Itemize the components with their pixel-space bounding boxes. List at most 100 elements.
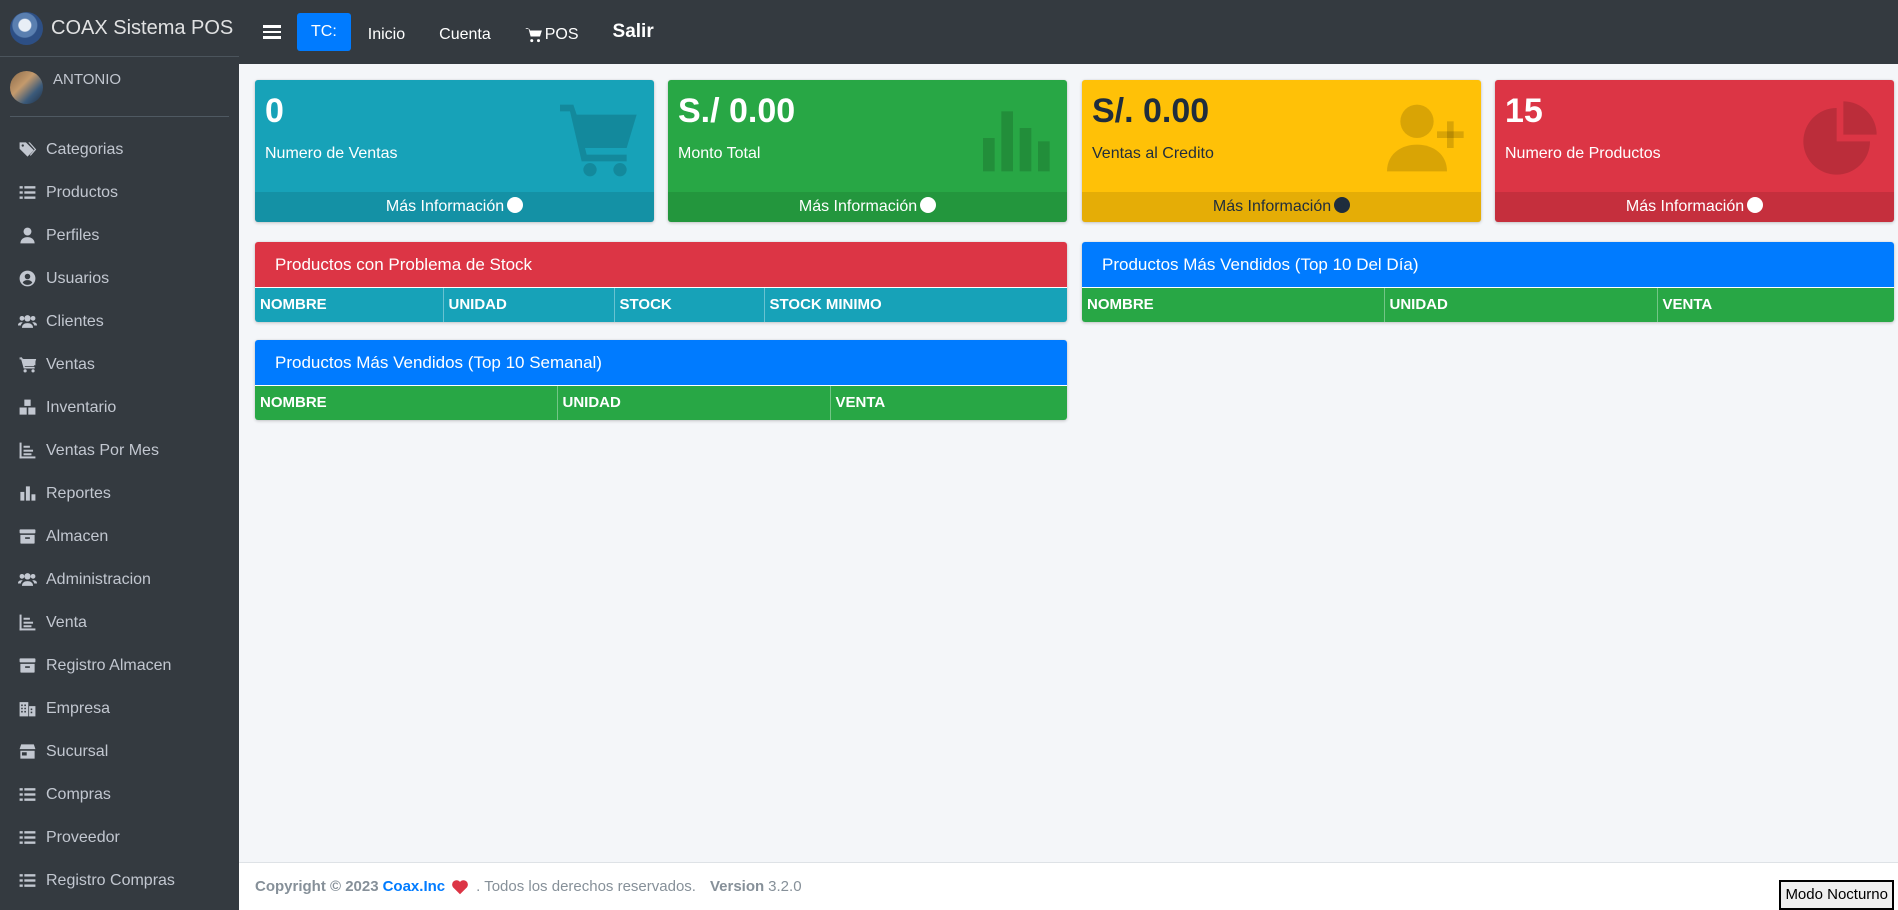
top-sellers-day-card: Productos Más Vendidos (Top 10 Del Día) … — [1082, 242, 1894, 322]
sidebar-item-sucursal[interactable]: Sucursal — [0, 730, 239, 773]
card-title: Productos con Problema de Stock — [255, 242, 1067, 287]
column-header[interactable]: UNIDAD — [443, 287, 615, 322]
info-box-label: Ventas al Credito — [1092, 145, 1214, 162]
sidebar-item-label: Ventas — [46, 355, 95, 373]
sidebar-item-inventario[interactable]: Inventario — [0, 386, 239, 429]
sidebar-item-clientes[interactable]: Clientes — [0, 300, 239, 343]
card-title: Productos Más Vendidos (Top 10 Semanal) — [255, 340, 1067, 385]
bar-chart-icon — [973, 98, 1053, 178]
user-tie-icon — [17, 226, 37, 246]
list-icon — [17, 871, 37, 891]
user-panel[interactable]: ANTONIO — [10, 57, 229, 117]
rights-text: . Todos los derechos reservados. — [476, 878, 696, 895]
info-box-label: Numero de Productos — [1505, 145, 1661, 162]
sidebar-item-label: Reportes — [46, 484, 111, 502]
column-header[interactable]: STOCK MINIMO — [764, 287, 1067, 322]
column-header[interactable]: UNIDAD — [557, 385, 831, 420]
column-header[interactable]: NOMBRE — [1082, 287, 1385, 322]
company-link[interactable]: Coax.Inc — [383, 878, 446, 895]
arrow-circle-right-icon — [507, 197, 524, 213]
sidebar-nav: Categorias Productos Perfiles Usuarios C… — [0, 117, 239, 902]
coax-logo — [10, 11, 43, 45]
info-box-value: 15 — [1505, 92, 1543, 130]
sidebar-item-label: Usuarios — [46, 269, 110, 287]
menu-toggle-icon[interactable] — [263, 25, 281, 39]
info-box-productos: 15 Numero de Productos Más Información — [1495, 80, 1894, 222]
list-icon — [17, 785, 37, 805]
sidebar-item-label: Ventas Por Mes — [46, 441, 159, 459]
night-mode-button[interactable]: Modo Nocturno — [1779, 880, 1894, 910]
sidebar-item-administracion[interactable]: Administracion — [0, 558, 239, 601]
arrow-circle-right-icon — [1334, 197, 1351, 213]
archive-icon — [17, 656, 37, 676]
sidebar-item-ventas[interactable]: Ventas — [0, 343, 239, 386]
brand-name: COAX Sistema POS — [51, 16, 234, 39]
info-box-value: S/. 0.00 — [1092, 92, 1210, 130]
sidebar-item-label: Clientes — [46, 312, 104, 330]
info-box-label: Monto Total — [678, 145, 761, 162]
more-info-link[interactable]: Más Información — [255, 192, 654, 222]
more-info-link[interactable]: Más Información — [1495, 192, 1894, 222]
more-info-label: Más Información — [798, 198, 918, 215]
top-day-table: NOMBRE UNIDAD VENTA — [1082, 287, 1894, 322]
sidebar-item-label: Sucursal — [46, 742, 109, 760]
nav-cuenta[interactable]: Cuenta — [439, 26, 491, 44]
column-header[interactable]: VENTA — [1657, 287, 1894, 322]
sidebar-item-empresa[interactable]: Empresa — [0, 687, 239, 730]
copyright-text: Copyright © 2023 — [255, 878, 379, 895]
column-header[interactable]: NOMBRE — [255, 385, 558, 420]
sidebar-item-usuarios[interactable]: Usuarios — [0, 257, 239, 300]
sidebar-item-registro-compras[interactable]: Registro Compras — [0, 859, 239, 902]
sidebar-item-registro-almacen[interactable]: Registro Almacen — [0, 644, 239, 687]
user-circle-icon — [17, 269, 37, 289]
sidebar-item-ventas-por-mes[interactable]: Ventas Por Mes — [0, 429, 239, 472]
heart-icon — [451, 879, 469, 895]
sidebar-item-label: Almacen — [46, 527, 109, 545]
stock-problem-card: Productos con Problema de Stock NOMBRE U… — [255, 242, 1067, 322]
tc-button[interactable]: TC: — [297, 13, 351, 51]
logout-link[interactable]: Salir — [613, 21, 654, 43]
arrow-circle-right-icon — [1747, 197, 1764, 213]
column-header[interactable]: VENTA — [830, 385, 1067, 420]
users-cog-icon — [17, 570, 37, 590]
sidebar-item-perfiles[interactable]: Perfiles — [0, 214, 239, 257]
sidebar-item-label: Registro Compras — [46, 871, 175, 889]
top-navbar: TC: Inicio Cuenta POS Salir — [239, 0, 1898, 64]
sidebar-item-proveedor[interactable]: Proveedor — [0, 816, 239, 859]
column-header[interactable]: UNIDAD — [1384, 287, 1658, 322]
info-box-value: 0 — [265, 92, 284, 130]
column-header[interactable]: STOCK — [614, 287, 765, 322]
more-info-link[interactable]: Más Información — [668, 192, 1067, 222]
nav-pos[interactable]: POS — [525, 26, 579, 44]
list-icon — [17, 828, 37, 848]
sidebar-item-venta[interactable]: Venta — [0, 601, 239, 644]
top-sellers-week-card: Productos Más Vendidos (Top 10 Semanal) … — [255, 340, 1067, 420]
top-week-table: NOMBRE UNIDAD VENTA — [255, 385, 1067, 420]
more-info-label: Más Información — [1625, 198, 1745, 215]
column-header[interactable]: NOMBRE — [255, 287, 444, 322]
stock-table: NOMBRE UNIDAD STOCK STOCK MINIMO — [255, 287, 1067, 322]
users-icon — [17, 312, 37, 332]
sidebar: COAX Sistema POS ANTONIO Categorias Prod… — [0, 0, 239, 910]
nav-inicio[interactable]: Inicio — [368, 26, 405, 44]
more-info-label: Más Información — [385, 198, 505, 215]
sidebar-item-categorias[interactable]: Categorias — [0, 128, 239, 171]
info-box-value: S./ 0.00 — [678, 92, 796, 130]
more-info-link[interactable]: Más Información — [1082, 192, 1481, 222]
sidebar-item-productos[interactable]: Productos — [0, 171, 239, 214]
cart-plus-icon — [17, 355, 37, 375]
pie-chart-icon — [1800, 98, 1880, 178]
sidebar-item-label: Administracion — [46, 570, 151, 588]
building-icon — [17, 699, 37, 719]
shopping-cart-icon — [525, 28, 542, 43]
sidebar-item-compras[interactable]: Compras — [0, 773, 239, 816]
version-number: 3.2.0 — [768, 878, 802, 895]
brand-link[interactable]: COAX Sistema POS — [0, 0, 239, 57]
info-box-credito: S/. 0.00 Ventas al Credito Más Informaci… — [1082, 80, 1481, 222]
sidebar-item-almacen[interactable]: Almacen — [0, 515, 239, 558]
sidebar-item-reportes[interactable]: Reportes — [0, 472, 239, 515]
info-box-monto: S./ 0.00 Monto Total Más Información — [668, 80, 1067, 222]
cubes-icon — [17, 398, 37, 418]
arrow-circle-right-icon — [920, 197, 937, 213]
user-plus-icon — [1387, 98, 1467, 178]
